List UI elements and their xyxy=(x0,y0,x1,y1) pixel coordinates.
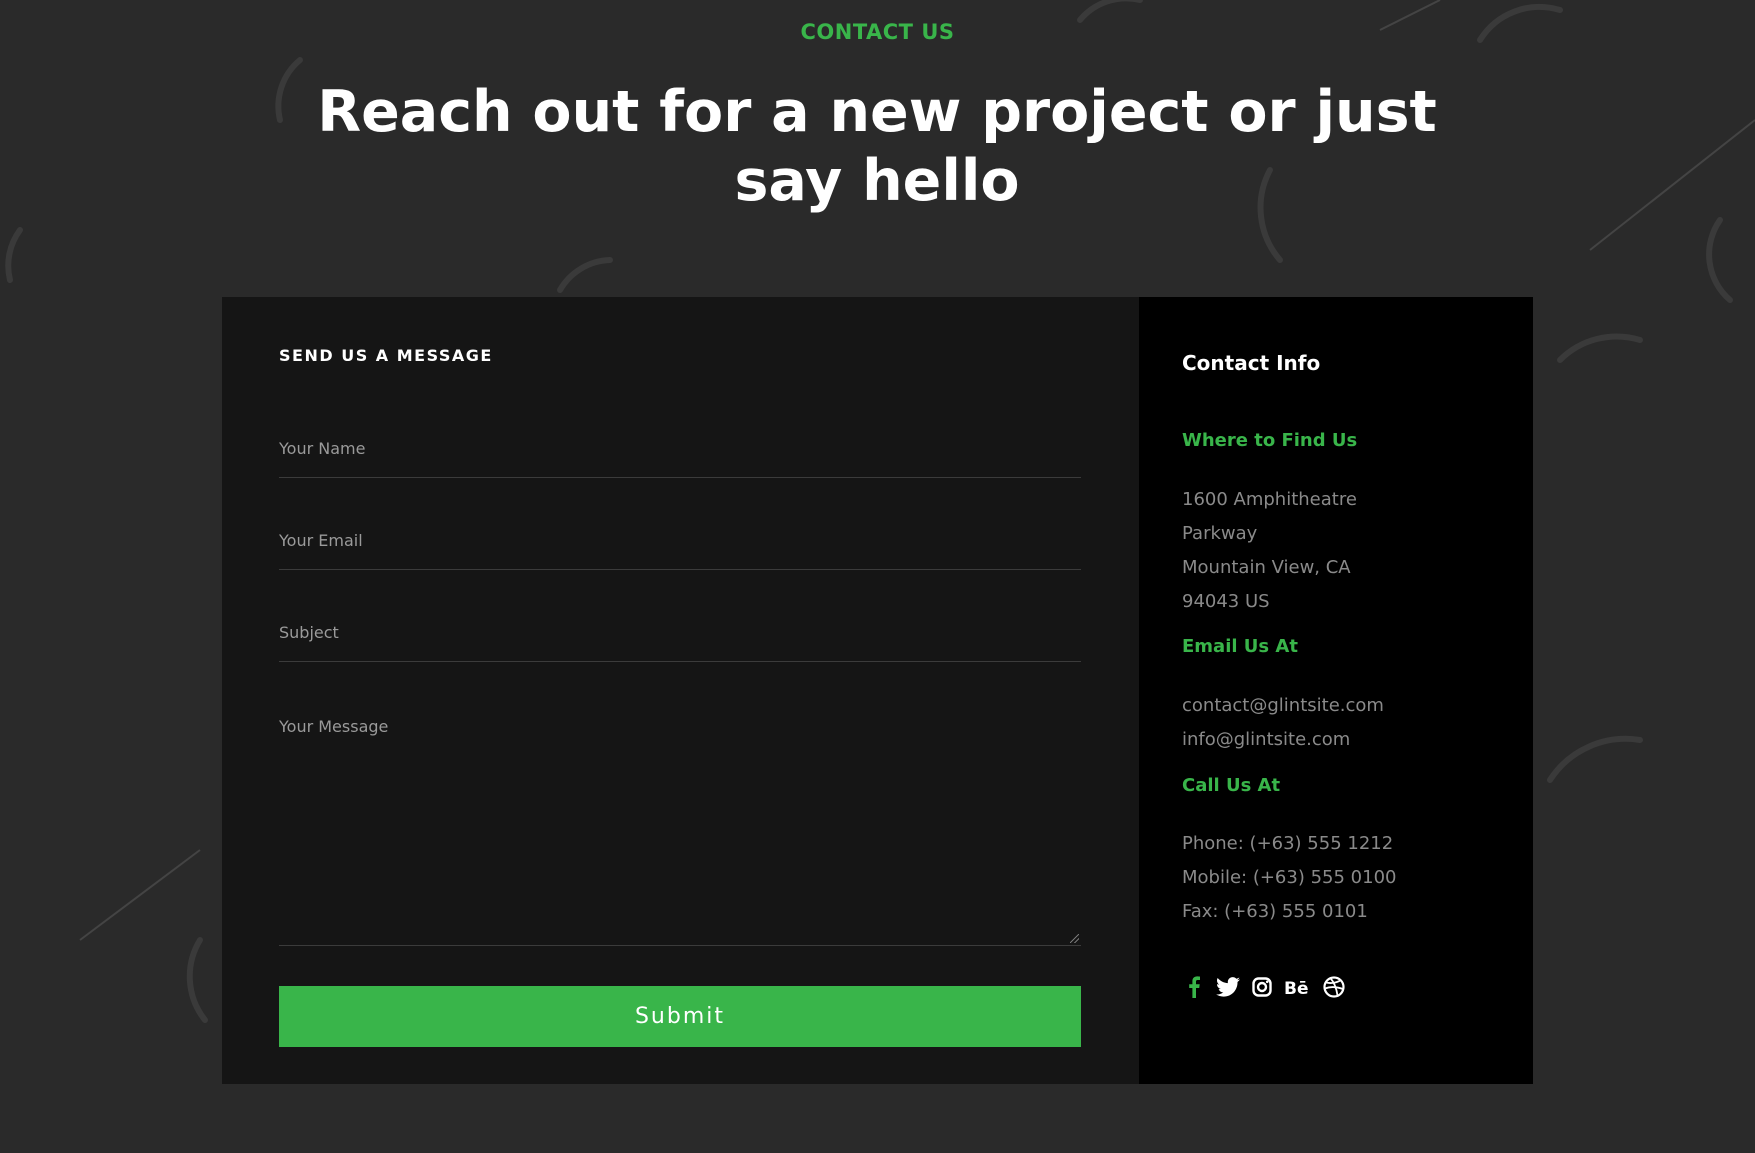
instagram-link[interactable] xyxy=(1250,975,1274,999)
dribbble-link[interactable] xyxy=(1322,975,1346,999)
phone-line: Mobile: (+63) 555 0100 xyxy=(1182,867,1397,888)
email-heading: Email Us At xyxy=(1182,636,1298,657)
email-field-wrapper xyxy=(279,531,1081,570)
svg-text:Bē: Bē xyxy=(1284,979,1309,997)
phone-heading: Call Us At xyxy=(1182,775,1281,796)
address-block: 1600 Amphitheatre Parkway Mountain View,… xyxy=(1182,483,1357,619)
name-input[interactable] xyxy=(279,439,1081,458)
contact-info-title: Contact Info xyxy=(1182,351,1321,375)
address-line: Mountain View, CA xyxy=(1182,557,1351,578)
email-input[interactable] xyxy=(279,531,1081,550)
submit-button[interactable]: Submit xyxy=(279,986,1081,1047)
facebook-link[interactable] xyxy=(1182,975,1206,999)
email-block: contact@glintsite.com info@glintsite.com xyxy=(1182,689,1384,757)
message-textarea[interactable] xyxy=(279,717,1081,941)
facebook-icon xyxy=(1189,976,1200,998)
page-headline: Reach out for a new project or just say … xyxy=(317,79,1437,214)
section-eyebrow: CONTACT US xyxy=(800,20,955,44)
phone-block: Phone: (+63) 555 1212 Mobile: (+63) 555 … xyxy=(1182,827,1396,929)
resize-handle[interactable] xyxy=(1070,934,1079,943)
phone-line: Phone: (+63) 555 1212 xyxy=(1182,833,1394,854)
behance-icon: Bē xyxy=(1284,979,1309,997)
behance-link[interactable]: Bē xyxy=(1284,975,1312,999)
email-address[interactable]: contact@glintsite.com xyxy=(1182,689,1384,723)
email-address[interactable]: info@glintsite.com xyxy=(1182,723,1384,757)
subject-input[interactable] xyxy=(279,623,1081,642)
address-line: 1600 Amphitheatre xyxy=(1182,489,1357,510)
form-title: SEND US A MESSAGE xyxy=(279,346,493,365)
name-field-wrapper xyxy=(279,439,1081,478)
address-line: 94043 US xyxy=(1182,591,1270,612)
instagram-icon xyxy=(1252,977,1272,997)
social-links: Bē xyxy=(1182,975,1346,999)
phone-line: Fax: (+63) 555 0101 xyxy=(1182,901,1368,922)
address-line: Parkway xyxy=(1182,523,1258,544)
twitter-icon xyxy=(1216,977,1240,997)
message-field-wrapper xyxy=(279,717,1081,946)
message-form-panel: SEND US A MESSAGE Submit xyxy=(222,297,1139,1084)
location-heading: Where to Find Us xyxy=(1182,430,1358,451)
contact-card: SEND US A MESSAGE Submit Contact Info Wh… xyxy=(222,297,1533,1084)
subject-field-wrapper xyxy=(279,623,1081,662)
dribbble-icon xyxy=(1323,976,1345,998)
twitter-link[interactable] xyxy=(1216,975,1240,999)
contact-info-panel: Contact Info Where to Find Us 1600 Amphi… xyxy=(1139,297,1533,1084)
